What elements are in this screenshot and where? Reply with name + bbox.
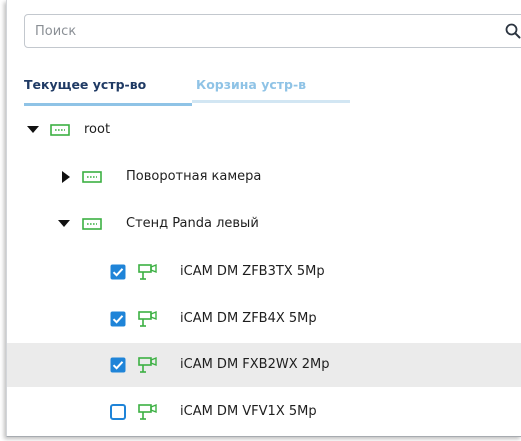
tab-device-trash[interactable]: Корзина устр-в: [192, 75, 350, 103]
device-group-icon: [82, 171, 102, 183]
camera-label: iCAM DM ZFB4X 5Mp: [180, 311, 317, 326]
camera-label: iCAM DM FXB2WX 2Mp: [180, 357, 330, 372]
device-group-icon: [82, 218, 102, 230]
camera-row-selected[interactable]: iCAM DM FXB2WX 2Mp: [7, 343, 521, 387]
search-icon[interactable]: [505, 23, 521, 39]
search-box[interactable]: [24, 14, 521, 48]
tree-node-label: root: [84, 122, 111, 137]
search-input[interactable]: [35, 15, 475, 47]
tree-node-label: Поворотная камера: [126, 169, 262, 184]
camera-row[interactable]: iCAM DM VFV1X 5Mp: [7, 390, 521, 434]
tree-node-root[interactable]: root: [7, 108, 521, 152]
camera-label: iCAM DM VFV1X 5Mp: [180, 404, 317, 419]
expanded-arrow-icon[interactable]: [26, 123, 40, 137]
checkbox-unchecked-icon[interactable]: [110, 404, 126, 420]
tree-node-stand-panda[interactable]: Стенд Panda левый: [7, 202, 521, 246]
tab-current-device[interactable]: Текущее устр-во: [24, 75, 192, 106]
camera-label: iCAM DM ZFB3TX 5Mp: [180, 264, 325, 279]
camera-icon: [138, 356, 157, 373]
checkbox-checked-icon[interactable]: [110, 357, 126, 373]
camera-icon: [138, 403, 157, 420]
tree-node-ptz-camera[interactable]: Поворотная камера: [7, 155, 521, 199]
checkbox-checked-icon[interactable]: [110, 311, 126, 327]
checkbox-checked-icon[interactable]: [110, 264, 126, 280]
device-group-icon: [50, 124, 70, 136]
camera-icon: [138, 263, 157, 280]
camera-icon: [138, 310, 157, 327]
device-tree-panel: Текущее устр-во Корзина устр-в root Пово…: [6, 0, 521, 437]
camera-row[interactable]: iCAM DM ZFB4X 5Mp: [7, 297, 521, 341]
tree-node-label: Стенд Panda левый: [126, 216, 259, 231]
collapsed-arrow-icon[interactable]: [59, 170, 73, 184]
camera-row[interactable]: iCAM DM ZFB3TX 5Mp: [7, 250, 521, 294]
expanded-arrow-icon[interactable]: [57, 217, 71, 231]
